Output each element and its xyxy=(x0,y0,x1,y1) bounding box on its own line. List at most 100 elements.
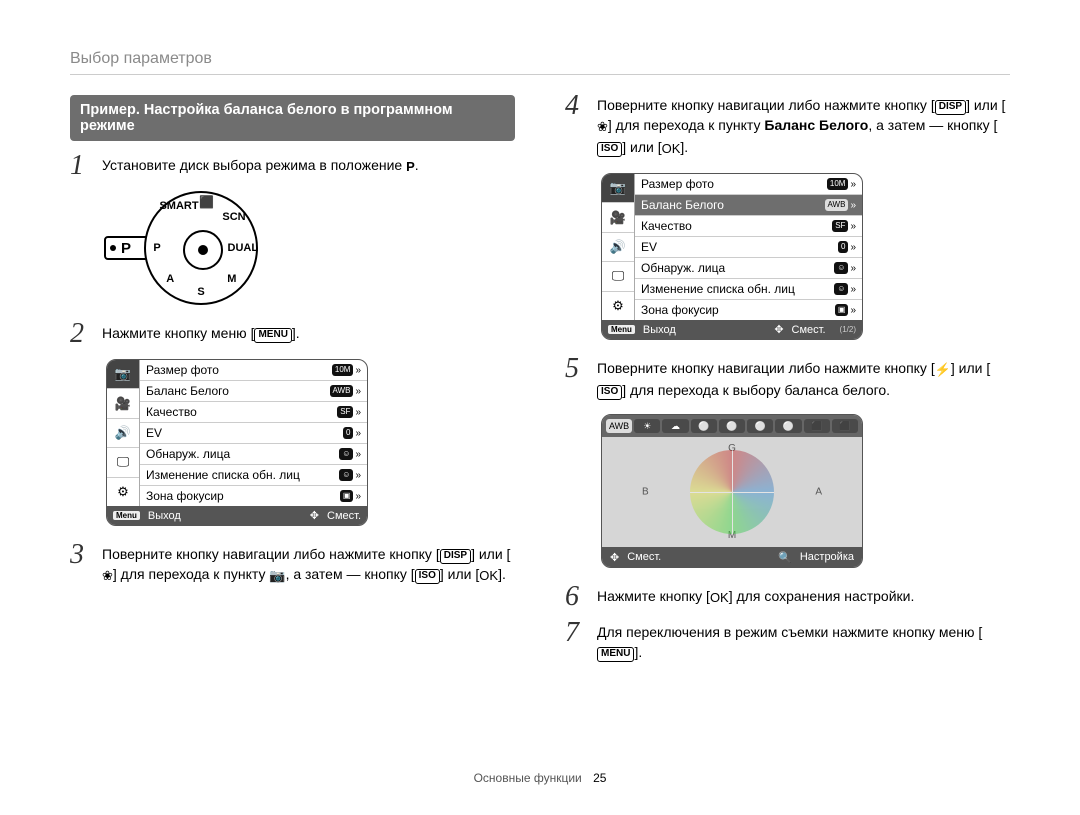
menu-row-label: Качество xyxy=(641,219,692,233)
menu-row: Размер фото10M» xyxy=(635,174,862,195)
step-text: Нажмите кнопку меню [MENU]. xyxy=(102,323,515,345)
wb-option-chip: ⚪ xyxy=(775,419,801,433)
menu-row: Изменение списка обн. лиц ☺» xyxy=(635,279,862,300)
nav-icon: ✥ xyxy=(610,551,619,564)
menu-side-tab: 🎥 xyxy=(602,203,634,232)
step-text: Нажмите кнопку [OK] для сохранения настр… xyxy=(597,586,1010,608)
menu-row-value: ☺» xyxy=(339,448,361,460)
step-number: 6 xyxy=(565,586,585,608)
menu-row-value: ☺» xyxy=(834,283,856,295)
step-4: 4 Поверните кнопку навигации либо нажмит… xyxy=(565,95,1010,159)
step-number: 4 xyxy=(565,95,585,159)
menu-key-badge: Menu xyxy=(608,325,635,334)
dial-pos-smart: SMART xyxy=(159,200,198,212)
footer-section: Основные функции xyxy=(474,771,582,785)
menu-row-value: AWB» xyxy=(330,385,362,397)
step-text: Поверните кнопку навигации либо нажмите … xyxy=(597,358,1010,400)
step-6: 6 Нажмите кнопку [OK] для сохранения нас… xyxy=(565,586,1010,608)
macro-icon: ❀ xyxy=(102,566,113,586)
menu-key-icon: MENU xyxy=(254,328,291,343)
menu-row: Зона фокусир ▣» xyxy=(140,486,367,506)
iso-key-icon: ISO xyxy=(597,142,622,157)
step-7: 7 Для переключения в режим съемки нажмит… xyxy=(565,622,1010,662)
menu-footer: Menu Выход ✥ Смест. xyxy=(107,506,367,525)
menu-row-value: ☺» xyxy=(834,262,856,274)
menu-side-tab: 🖵 xyxy=(602,262,634,291)
menu-side-tab: ⚙ xyxy=(107,478,139,506)
wb-color-canvas: G M B A xyxy=(602,437,862,547)
menu-row-label: Баланс Белого xyxy=(641,198,724,212)
menu-row-label: EV xyxy=(146,426,162,440)
wb-option-chip: ☁ xyxy=(662,419,688,433)
menu-side-tab: 📷 xyxy=(602,174,634,203)
step-1: 1 Установите диск выбора режима в положе… xyxy=(70,155,515,177)
menu-row-value: 0» xyxy=(838,241,856,253)
menu-row-value: 10M» xyxy=(827,178,856,190)
menu-row: Размер фото10M» xyxy=(140,360,367,381)
disp-key-icon: DISP xyxy=(935,100,966,115)
menu-side-tabs: 📷🎥🔊🖵⚙ xyxy=(602,174,635,320)
camera-menu-step4: 📷🎥🔊🖵⚙ Размер фото10M» Баланс Белого AWB» Ка… xyxy=(601,173,863,340)
menu-row-label: Качество xyxy=(146,405,197,419)
menu-row-value: 10M» xyxy=(332,364,361,376)
menu-side-tab: 🔊 xyxy=(107,419,139,448)
menu-side-tab: 🎥 xyxy=(107,389,139,418)
menu-row-label: Изменение списка обн. лиц xyxy=(146,468,300,482)
menu-row: Качество SF» xyxy=(140,402,367,423)
menu-row: EV0» xyxy=(140,423,367,444)
dial-center-icon xyxy=(183,230,223,270)
wb-axis-a: A xyxy=(815,487,822,498)
menu-row: Изменение списка обн. лиц☺» xyxy=(140,465,367,486)
right-column: 4 Поверните кнопку навигации либо нажмит… xyxy=(565,95,1010,761)
iso-key-icon: ISO xyxy=(415,569,440,584)
menu-footer: Menu Выход ✥ Смест. (1/2) xyxy=(602,320,862,339)
dial-pos-dual: DUAL xyxy=(228,242,259,254)
menu-shift-label: Смест. xyxy=(792,324,826,336)
step-number: 5 xyxy=(565,358,585,400)
menu-side-tab: 🔊 xyxy=(602,233,634,262)
step-number: 7 xyxy=(565,622,585,662)
step-text: Поверните кнопку навигации либо нажмите … xyxy=(102,544,515,586)
menu-row-label: Изменение списка обн. лиц xyxy=(641,282,795,296)
dial-pos-auto-icon: ⬛ xyxy=(199,195,214,209)
wb-option-chip: ⬛ xyxy=(804,419,830,433)
menu-row-value: SF» xyxy=(832,220,856,232)
menu-row: Обнаруж. лица☺» xyxy=(140,444,367,465)
nav-icon: ✥ xyxy=(774,323,783,336)
menu-row: Зона фокусир▣» xyxy=(635,300,862,320)
mode-dial-selected: P xyxy=(121,240,131,257)
wb-shift-label: Смест. xyxy=(627,551,661,563)
menu-row-label: Зона фокусир xyxy=(146,489,224,503)
wb-tune-label: Настройка xyxy=(800,551,854,563)
menu-item-list: Размер фото10M»Баланс БелогоAWB»Качество… xyxy=(140,360,367,506)
dial-pos-a: A xyxy=(166,273,174,285)
menu-row-label: EV xyxy=(641,240,657,254)
zoom-icon: 🔍 xyxy=(778,551,792,564)
step-number: 3 xyxy=(70,544,90,586)
menu-row: Качество SF» xyxy=(635,216,862,237)
menu-row: EV 0» xyxy=(635,237,862,258)
menu-row-value: AWB» xyxy=(825,199,857,211)
flash-icon: ⚡ xyxy=(935,360,951,380)
menu-shift-label: Смест. xyxy=(327,510,361,522)
camera-icon: 📷 xyxy=(269,566,285,586)
wb-axis-b: B xyxy=(642,487,649,498)
step-text: Установите диск выбора режима в положени… xyxy=(102,155,515,177)
step-text: Для переключения в режим съемки нажмите … xyxy=(597,622,1010,662)
ok-key-icon: OK xyxy=(479,566,498,586)
dot-icon xyxy=(110,245,116,251)
menu-side-tab: ⚙ xyxy=(602,292,634,320)
menu-key-icon: MENU xyxy=(597,647,634,662)
wb-option-chip: ☀ xyxy=(634,419,660,433)
menu-page-indicator: (1/2) xyxy=(834,325,856,334)
menu-row: Обнаруж. лица☺» xyxy=(635,258,862,279)
menu-row-value: ▣» xyxy=(340,490,361,502)
iso-key-icon: ISO xyxy=(597,385,622,400)
menu-row-value: SF» xyxy=(337,406,361,418)
menu-row-value: ▣» xyxy=(835,304,856,316)
wb-option-chip: ⚪ xyxy=(691,419,717,433)
left-column: Пример. Настройка баланса белого в прогр… xyxy=(70,95,515,761)
step-number: 1 xyxy=(70,155,90,177)
running-head: Выбор параметров xyxy=(70,50,1010,75)
wb-option-chip: ⚪ xyxy=(719,419,745,433)
